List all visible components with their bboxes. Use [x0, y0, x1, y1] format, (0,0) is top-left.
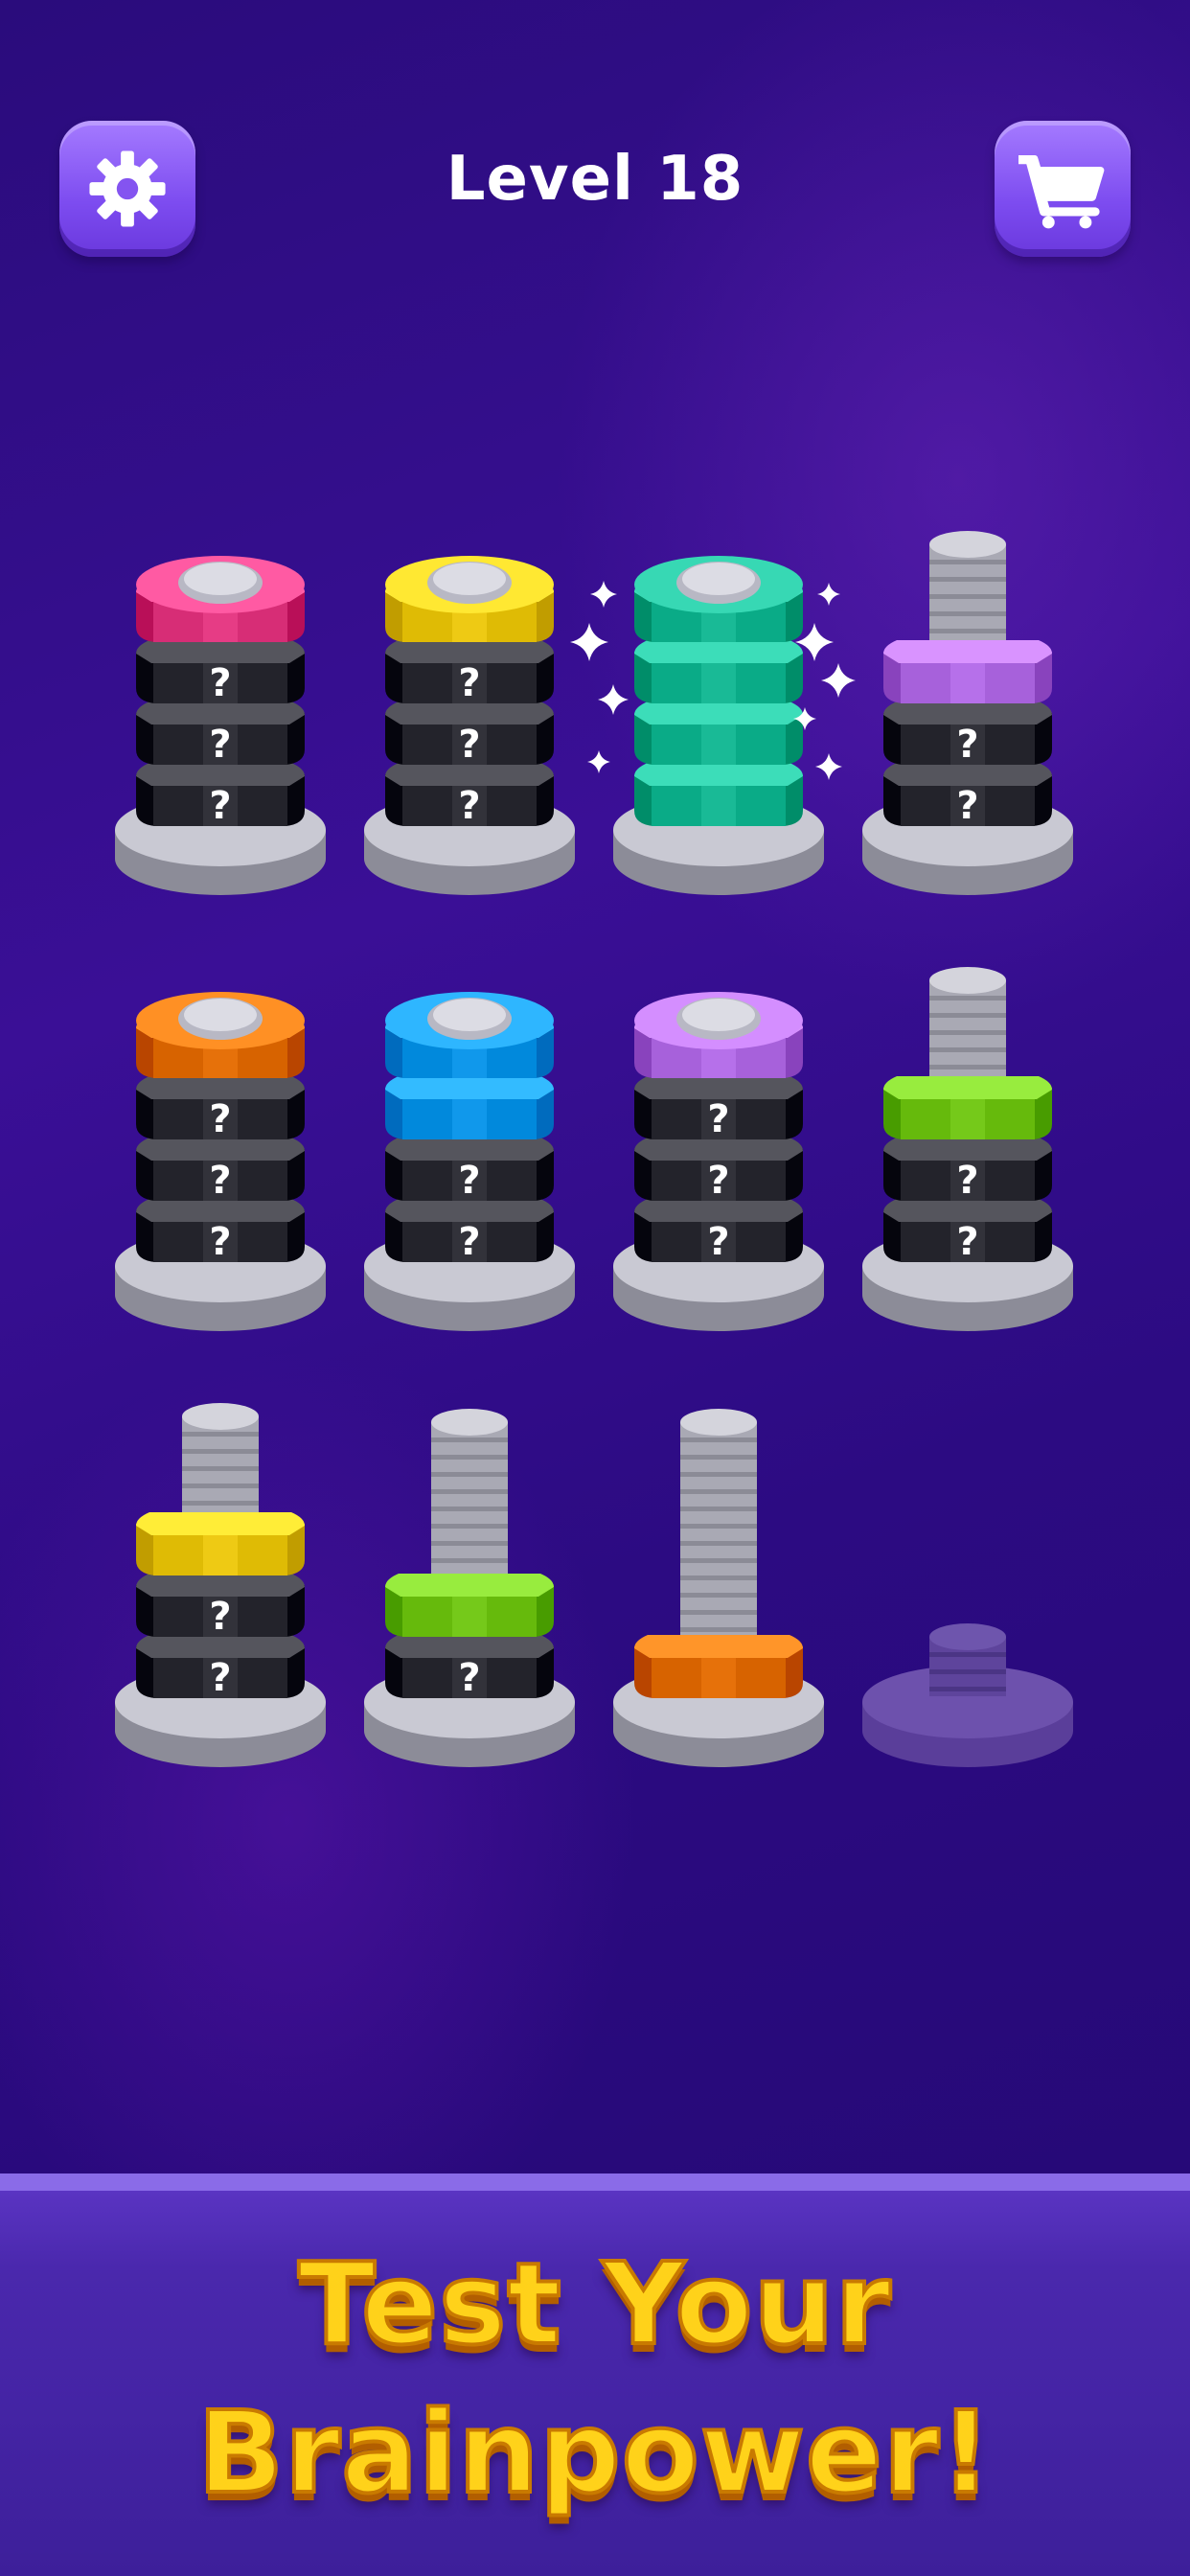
bolt-rod	[680, 1409, 757, 1654]
sparkle-icon	[587, 750, 610, 773]
hidden-nut-label: ?	[956, 723, 978, 767]
hidden-nut[interactable]: ?	[634, 1199, 803, 1264]
hidden-nut-label: ?	[458, 661, 480, 705]
hidden-nut[interactable]: ?	[136, 1138, 305, 1203]
blue-nut[interactable]	[385, 1076, 554, 1139]
orange-nut[interactable]	[634, 1635, 803, 1698]
hidden-nut-label: ?	[209, 784, 231, 828]
hidden-nut-label: ?	[458, 1159, 480, 1203]
bolt-rod	[929, 967, 1006, 1095]
hidden-nut-label: ?	[956, 1220, 978, 1264]
cart-icon	[1018, 155, 1105, 229]
hidden-nut-label: ?	[956, 784, 978, 828]
hidden-nut[interactable]: ?	[385, 640, 554, 705]
hidden-nut-label: ?	[707, 1159, 729, 1203]
sparkle-icon	[815, 753, 842, 780]
yellow-nut[interactable]	[136, 1512, 305, 1576]
bolt-4[interactable]: ??	[862, 531, 1073, 895]
tagline-line-1: Test Your	[296, 2236, 892, 2372]
hidden-nut-label: ?	[458, 1656, 480, 1700]
bolt-rod	[929, 1623, 1006, 1696]
purple-nut[interactable]	[634, 992, 803, 1078]
sparkle-icon	[821, 663, 856, 698]
hidden-nut-label: ?	[458, 1220, 480, 1264]
shop-button[interactable]	[995, 121, 1131, 257]
orange-nut[interactable]	[136, 992, 305, 1078]
hidden-nut[interactable]: ?	[385, 763, 554, 828]
hidden-nut[interactable]: ?	[883, 1138, 1052, 1203]
sparkle-icon	[598, 684, 629, 715]
bolt-12[interactable]	[862, 1623, 1073, 1767]
sparkle-icon	[590, 581, 617, 608]
hidden-nut[interactable]: ?	[883, 763, 1052, 828]
hidden-nut-label: ?	[209, 723, 231, 767]
bolt-rod	[182, 1403, 259, 1531]
yellow-nut[interactable]	[385, 556, 554, 642]
hidden-nut-label: ?	[707, 1220, 729, 1264]
hidden-nut[interactable]: ?	[136, 1635, 305, 1700]
bolt-10[interactable]: ?	[364, 1409, 575, 1767]
teal-nut[interactable]	[634, 556, 803, 642]
hidden-nut-label: ?	[458, 784, 480, 828]
hidden-nut[interactable]: ?	[136, 763, 305, 828]
bolt-5[interactable]: ???	[115, 992, 326, 1331]
bolt-rod	[929, 531, 1006, 659]
green-nut[interactable]	[385, 1574, 554, 1637]
bolt-7[interactable]: ???	[613, 992, 824, 1331]
hidden-nut[interactable]: ?	[136, 702, 305, 767]
hidden-nut-label: ?	[209, 1159, 231, 1203]
bolt-rod	[431, 1409, 508, 1593]
hidden-nut-label: ?	[209, 1097, 231, 1141]
hidden-nut[interactable]: ?	[385, 1199, 554, 1264]
bolt-2[interactable]: ???	[364, 556, 575, 895]
bolt-3[interactable]	[570, 556, 856, 895]
hidden-nut-label: ?	[956, 1159, 978, 1203]
hidden-nut[interactable]: ?	[883, 1199, 1052, 1264]
hidden-nut[interactable]: ?	[136, 1574, 305, 1639]
hidden-nut-label: ?	[458, 723, 480, 767]
sparkle-icon	[570, 623, 608, 661]
bolt-8[interactable]: ??	[862, 967, 1073, 1331]
hidden-nut[interactable]: ?	[634, 1076, 803, 1141]
hidden-nut[interactable]: ?	[385, 702, 554, 767]
hidden-nut-label: ?	[209, 1220, 231, 1264]
hidden-nut-label: ?	[209, 661, 231, 705]
green-nut[interactable]	[883, 1076, 1052, 1139]
hidden-nut[interactable]: ?	[136, 1199, 305, 1264]
blue-nut[interactable]	[385, 992, 554, 1078]
hidden-nut[interactable]: ?	[883, 702, 1052, 767]
hidden-nut[interactable]: ?	[385, 1635, 554, 1700]
sparkle-icon	[817, 583, 840, 606]
tagline-line-2: Brainpower!	[195, 2384, 994, 2520]
hidden-nut[interactable]: ?	[136, 1076, 305, 1141]
pink-nut[interactable]	[136, 556, 305, 642]
hidden-nut-label: ?	[707, 1097, 729, 1141]
bolt-6[interactable]: ??	[364, 992, 575, 1331]
hidden-nut[interactable]: ?	[136, 640, 305, 705]
teal-nut[interactable]	[634, 702, 803, 765]
hidden-nut[interactable]: ?	[634, 1138, 803, 1203]
teal-nut[interactable]	[634, 640, 803, 703]
hidden-nut-label: ?	[209, 1656, 231, 1700]
purple-nut[interactable]	[883, 640, 1052, 703]
hidden-nut[interactable]: ?	[385, 1138, 554, 1203]
board-svg: ?????????????????????	[115, 531, 1073, 1767]
bolt-9[interactable]: ??	[115, 1403, 326, 1767]
teal-nut[interactable]	[634, 763, 803, 826]
game-board: ?????????????????????	[0, 0, 1190, 1917]
hidden-nut-label: ?	[209, 1595, 231, 1639]
bolt-1[interactable]: ???	[115, 556, 326, 895]
bolt-11[interactable]	[613, 1409, 824, 1767]
